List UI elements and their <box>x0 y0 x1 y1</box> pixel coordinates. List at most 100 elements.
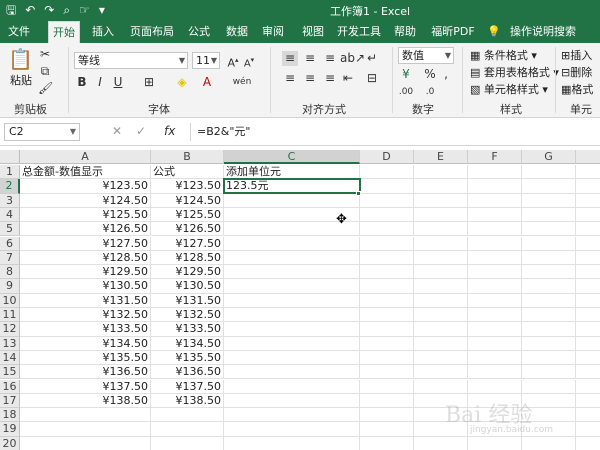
wrap-text-icon[interactable]: ↵ <box>364 51 380 66</box>
tell-me-search[interactable]: 操作说明搜索 <box>506 21 580 43</box>
table-cell[interactable] <box>576 222 600 237</box>
table-cell[interactable] <box>522 207 576 223</box>
font-name-select[interactable]: 等线 ▼ <box>74 52 188 69</box>
cell-b2[interactable]: ¥123.50 <box>151 179 224 194</box>
table-cell[interactable] <box>224 193 360 208</box>
table-cell[interactable] <box>414 322 468 337</box>
table-cell[interactable] <box>224 236 360 251</box>
table-cell[interactable] <box>576 437 600 450</box>
format-cells-button[interactable]: ▦格式 <box>561 82 593 97</box>
tab-insert[interactable]: 插入 <box>88 21 118 43</box>
lightbulb-icon[interactable]: 💡 <box>486 21 502 43</box>
borders-icon[interactable]: ⊞ <box>142 75 156 90</box>
align-top-icon[interactable]: ≡ <box>282 51 298 66</box>
table-cell[interactable] <box>522 322 576 337</box>
table-cell[interactable] <box>576 165 600 180</box>
row-header-4[interactable]: 4 <box>0 207 20 223</box>
row-header-1[interactable]: 1 <box>0 165 20 180</box>
increase-decimal-icon[interactable]: .00 <box>398 85 414 100</box>
table-cell[interactable] <box>468 193 522 208</box>
cell-a3[interactable]: ¥124.50 <box>20 193 151 208</box>
select-all-button[interactable] <box>0 150 20 164</box>
row-header-2[interactable]: 2 <box>0 179 20 194</box>
cell-a14[interactable]: ¥135.50 <box>20 350 151 366</box>
align-middle-icon[interactable]: ≡ <box>302 51 318 66</box>
tab-foxit-pdf[interactable]: 福昕PDF <box>428 21 478 43</box>
table-cell[interactable] <box>468 222 522 237</box>
row-header-11[interactable]: 11 <box>0 308 20 323</box>
table-cell[interactable] <box>224 365 360 380</box>
cell-a15[interactable]: ¥136.50 <box>20 365 151 380</box>
table-cell[interactable] <box>576 294 600 308</box>
table-cell[interactable] <box>360 165 414 180</box>
table-cell[interactable] <box>224 250 360 266</box>
table-cell[interactable] <box>360 250 414 266</box>
table-cell[interactable] <box>224 436 360 450</box>
cell-b17[interactable]: ¥138.50 <box>151 393 224 409</box>
row-header-18[interactable]: 18 <box>0 408 20 423</box>
table-cell[interactable] <box>414 222 468 237</box>
cell-b15[interactable]: ¥136.50 <box>151 365 224 380</box>
table-cell[interactable] <box>468 350 522 366</box>
table-cell[interactable] <box>360 322 414 337</box>
cell-a10[interactable]: ¥131.50 <box>20 293 151 308</box>
cell-b16[interactable]: ¥137.50 <box>151 379 224 394</box>
cell-b7[interactable]: ¥128.50 <box>151 250 224 266</box>
table-cell[interactable] <box>224 350 360 366</box>
table-cell[interactable] <box>522 222 576 237</box>
decrease-decimal-icon[interactable]: .0 <box>422 85 438 100</box>
table-cell[interactable] <box>576 265 600 280</box>
row-header-20[interactable]: 20 <box>0 436 20 450</box>
table-cell[interactable] <box>522 279 576 294</box>
name-box[interactable]: C2 ▼ <box>4 123 80 141</box>
table-cell[interactable] <box>414 293 468 308</box>
paste-icon[interactable]: 📋 <box>8 47 33 71</box>
column-header-f[interactable]: F <box>468 150 522 164</box>
table-cell[interactable] <box>468 379 522 394</box>
save-icon[interactable]: 🖫 <box>6 2 16 19</box>
table-cell[interactable] <box>414 179 468 194</box>
table-cell[interactable] <box>414 265 468 280</box>
fill-handle[interactable] <box>356 191 361 196</box>
column-header-b[interactable]: B <box>151 150 224 164</box>
orientation-icon[interactable]: ab↗ <box>340 51 365 66</box>
table-cell[interactable] <box>224 336 360 351</box>
insert-cells-button[interactable]: ⊞插入 <box>561 48 592 63</box>
row-header-10[interactable]: 10 <box>0 293 20 308</box>
row-header-3[interactable]: 3 <box>0 193 20 208</box>
table-cell[interactable] <box>576 208 600 223</box>
table-cell[interactable] <box>20 408 151 423</box>
column-header-h[interactable] <box>576 150 600 164</box>
increase-font-icon[interactable]: A▴ <box>226 53 240 71</box>
cell-a7[interactable]: ¥128.50 <box>20 250 151 266</box>
formula-input[interactable]: =B2&"元" <box>190 123 598 141</box>
column-header-c[interactable]: C <box>224 150 360 164</box>
row-header-15[interactable]: 15 <box>0 365 20 380</box>
table-cell[interactable] <box>576 351 600 366</box>
cell-b9[interactable]: ¥130.50 <box>151 279 224 294</box>
table-cell[interactable] <box>522 250 576 266</box>
cell-b8[interactable]: ¥129.50 <box>151 265 224 280</box>
table-cell[interactable] <box>468 236 522 251</box>
table-cell[interactable] <box>522 350 576 366</box>
table-cell[interactable] <box>360 393 414 409</box>
table-cell[interactable] <box>576 394 600 409</box>
table-cell[interactable] <box>468 179 522 194</box>
cell-b14[interactable]: ¥135.50 <box>151 350 224 366</box>
table-cell[interactable] <box>522 308 576 323</box>
redo-icon[interactable]: ↷ <box>44 2 54 19</box>
table-cell[interactable] <box>576 322 600 337</box>
table-cell[interactable] <box>224 293 360 308</box>
table-cell[interactable] <box>414 165 468 180</box>
cell-b3[interactable]: ¥124.50 <box>151 193 224 208</box>
table-cell[interactable] <box>360 207 414 223</box>
table-cell[interactable] <box>468 436 522 450</box>
table-cell[interactable] <box>360 350 414 366</box>
table-cell[interactable] <box>576 194 600 208</box>
indent-icon[interactable]: ⇤ <box>340 71 356 86</box>
enter-icon[interactable]: ✓ <box>136 124 146 138</box>
table-cell[interactable] <box>360 193 414 208</box>
table-cell[interactable] <box>224 379 360 394</box>
column-header-g[interactable]: G <box>522 150 576 164</box>
tab-view[interactable]: 视图 <box>298 21 328 43</box>
